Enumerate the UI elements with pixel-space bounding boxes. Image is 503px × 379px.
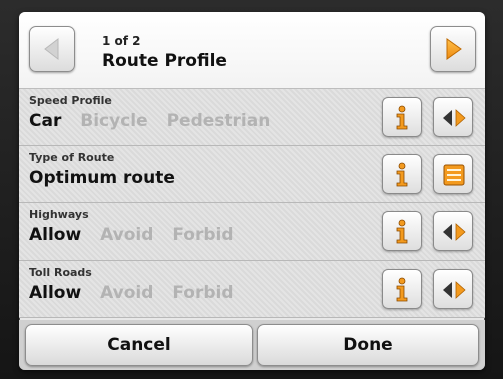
setting-label: Toll Roads (29, 266, 92, 279)
setting-highways: Highways Allow Avoid Forbid (19, 203, 485, 261)
option-pedestrian[interactable]: Pedestrian (167, 111, 271, 131)
option-allow[interactable]: Allow (29, 225, 81, 245)
previous-page-button[interactable] (29, 26, 75, 72)
option-allow[interactable]: Allow (29, 283, 81, 303)
cancel-button[interactable]: Cancel (25, 324, 253, 366)
option-car[interactable]: Car (29, 111, 61, 131)
cycle-options-button[interactable] (433, 97, 473, 137)
setting-options: Allow Avoid Forbid (29, 225, 247, 245)
info-icon (396, 105, 408, 130)
info-button[interactable] (382, 269, 422, 309)
info-icon (396, 219, 408, 244)
footer: Cancel Done (19, 320, 485, 370)
setting-options: Car Bicycle Pedestrian (29, 111, 283, 131)
setting-type-of-route: Type of Route Optimum route (19, 146, 485, 203)
chevron-right-icon (446, 38, 462, 60)
setting-toll-roads: Toll Roads Allow Avoid Forbid (19, 261, 485, 318)
setting-options: Allow Avoid Forbid (29, 283, 247, 303)
info-icon (396, 277, 408, 302)
setting-label: Highways (29, 208, 89, 221)
page-title: Route Profile (102, 51, 227, 71)
setting-label: Speed Profile (29, 94, 112, 107)
option-avoid[interactable]: Avoid (100, 225, 153, 245)
info-button[interactable] (382, 154, 422, 194)
option-forbid[interactable]: Forbid (172, 225, 233, 245)
info-button[interactable] (382, 97, 422, 137)
setting-label: Type of Route (29, 151, 115, 164)
chevron-left-icon (44, 37, 59, 61)
option-avoid[interactable]: Avoid (100, 283, 153, 303)
setting-speed-profile: Speed Profile Car Bicycle Pedestrian (19, 89, 485, 146)
list-icon (443, 164, 465, 186)
cycle-options-button[interactable] (433, 269, 473, 309)
done-button[interactable]: Done (257, 324, 479, 366)
cycle-options-icon (443, 223, 466, 241)
page-indicator: 1 of 2 (102, 34, 141, 48)
route-profile-panel: 1 of 2 Route Profile Speed Profile Car B… (19, 12, 485, 370)
option-forbid[interactable]: Forbid (172, 283, 233, 303)
cycle-options-button[interactable] (433, 211, 473, 251)
setting-options: Optimum route (29, 168, 188, 188)
info-icon (396, 162, 408, 187)
option-bicycle[interactable]: Bicycle (80, 111, 147, 131)
option-optimum-route[interactable]: Optimum route (29, 168, 175, 188)
cycle-options-icon (443, 281, 466, 299)
list-button[interactable] (433, 154, 473, 194)
header: 1 of 2 Route Profile (19, 12, 485, 89)
cycle-options-icon (443, 109, 466, 127)
next-page-button[interactable] (430, 26, 476, 72)
info-button[interactable] (382, 211, 422, 251)
